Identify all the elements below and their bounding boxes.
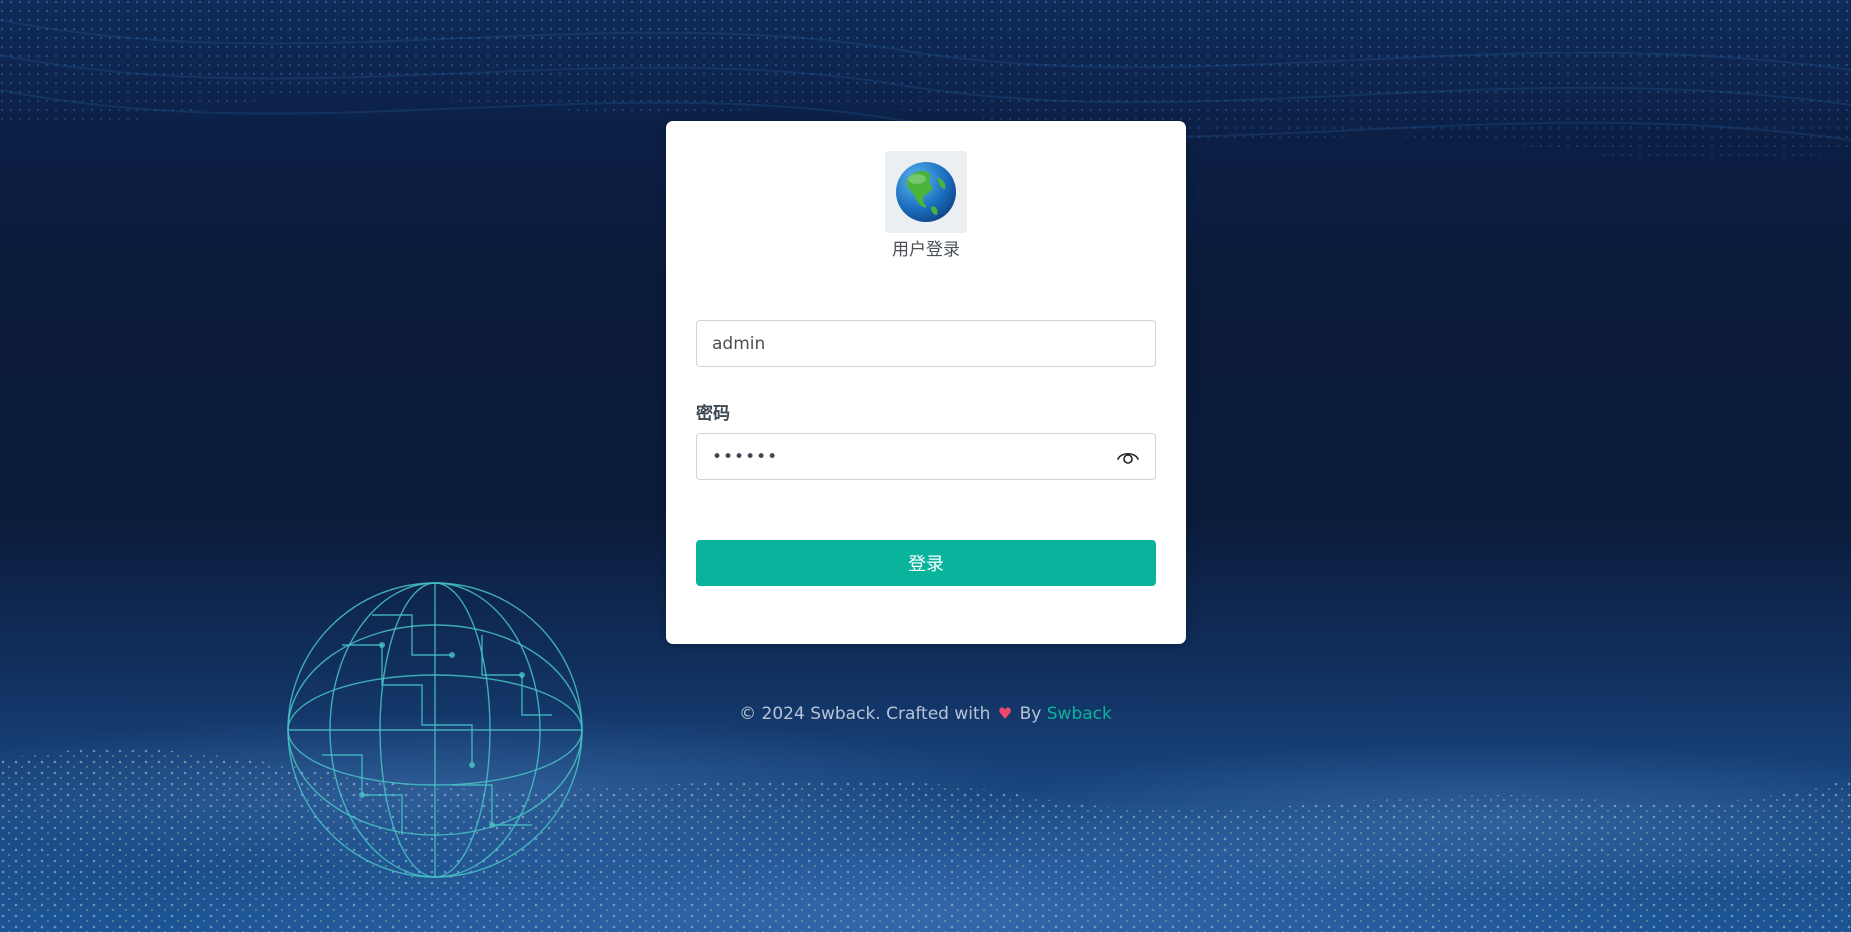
footer: © 2024 Swback. Crafted with ♥ By Swback bbox=[0, 704, 1851, 724]
wireframe-globe-graphic bbox=[287, 582, 583, 878]
password-input[interactable] bbox=[697, 434, 1097, 479]
password-label: 密码 bbox=[696, 404, 730, 424]
login-button[interactable]: 登录 bbox=[696, 540, 1156, 586]
login-card: 用户登录 密码 登录 bbox=[666, 121, 1186, 644]
heart-icon: ♥ bbox=[997, 704, 1013, 723]
login-title: 用户登录 bbox=[892, 240, 960, 260]
password-field bbox=[696, 433, 1156, 480]
username-input[interactable] bbox=[696, 320, 1156, 367]
eye-icon[interactable] bbox=[1115, 445, 1141, 469]
globe-logo-icon bbox=[885, 151, 967, 233]
footer-copyright: © 2024 Swback. Crafted with bbox=[739, 704, 991, 724]
footer-brand-link[interactable]: Swback bbox=[1047, 704, 1112, 724]
footer-by: By bbox=[1019, 704, 1042, 724]
